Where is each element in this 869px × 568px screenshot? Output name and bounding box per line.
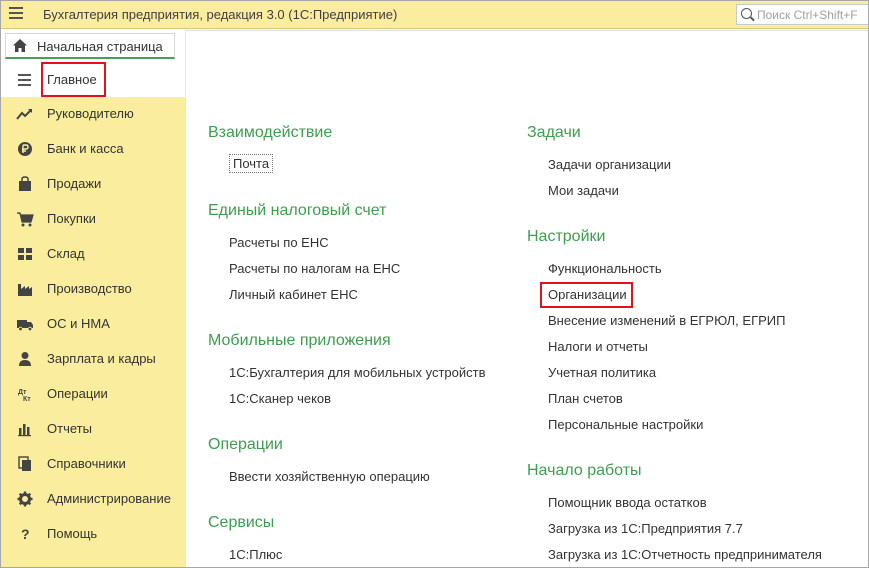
- sidebar-item-operations[interactable]: Дт Кт Операции: [1, 377, 185, 412]
- sidebar-item-production[interactable]: Производство: [1, 272, 185, 307]
- window-title: Бухгалтерия предприятия, редакция 3.0 (1…: [43, 7, 398, 22]
- sidebar-item-label: Склад: [47, 246, 85, 261]
- group-title-operations: Операции: [208, 436, 283, 453]
- menu-lines-icon: [18, 74, 31, 89]
- sidebar-item-label: Продажи: [47, 176, 102, 191]
- books-icon: [18, 456, 31, 471]
- sidebar-item-label: Покупки: [47, 211, 96, 226]
- tab-home[interactable]: Начальная страница: [5, 33, 175, 59]
- group-title-getting-started: Начало работы: [527, 462, 642, 479]
- link-taxes-reports[interactable]: Налоги и отчеты: [548, 339, 648, 354]
- link-my-tasks[interactable]: Мои задачи: [548, 183, 619, 198]
- sidebar-item-manager[interactable]: Руководителю: [1, 97, 185, 132]
- group-title-ens: Единый налоговый счет: [208, 202, 387, 219]
- highlight-frame: [540, 282, 633, 308]
- link-mobile-accounting[interactable]: 1С:Бухгалтерия для мобильных устройств: [229, 365, 486, 380]
- sidebar-item-label: Отчеты: [47, 421, 92, 436]
- search-input[interactable]: [757, 6, 868, 23]
- group-title-interaction: Взаимодействие: [208, 124, 333, 141]
- sidebar-item-sales[interactable]: Продажи: [1, 167, 185, 202]
- group-title-mobile: Мобильные приложения: [208, 332, 391, 349]
- bar-chart-icon: [18, 424, 31, 437]
- link-ens-tax-settlements[interactable]: Расчеты по налогам на ЕНС: [229, 261, 400, 276]
- content-divider: [186, 30, 868, 33]
- main-content: Взаимодействие Почта Единый налоговый сч…: [185, 30, 868, 567]
- link-import-reporting[interactable]: Загрузка из 1С:Отчетность предпринимател…: [548, 547, 822, 562]
- debit-credit-icon: ДтКт: [18, 389, 31, 402]
- sidebar-item-reports[interactable]: Отчеты: [1, 412, 185, 447]
- highlight-frame: [41, 62, 106, 97]
- link-ens-cabinet[interactable]: Личный кабинет ЕНС: [229, 287, 358, 302]
- main-menu-icon[interactable]: [9, 7, 23, 21]
- sidebar-item-salary[interactable]: Зарплата и кадры: [1, 342, 185, 377]
- question-icon: ?: [21, 526, 30, 542]
- link-personal-settings[interactable]: Персональные настройки: [548, 417, 703, 432]
- link-label: Почта: [229, 154, 274, 173]
- group-title-tasks: Задачи: [527, 124, 581, 141]
- link-balances-wizard[interactable]: Помощник ввода остатков: [548, 495, 707, 510]
- ruble-coin-icon: [18, 142, 32, 156]
- tab-home-label: Начальная страница: [37, 39, 163, 54]
- link-egrul-changes[interactable]: Внесение изменений в ЕГРЮЛ, ЕГРИП: [548, 313, 785, 328]
- sidebar-item-purchases[interactable]: Покупки: [1, 202, 185, 237]
- truck-icon: [17, 320, 33, 332]
- link-mail[interactable]: Почта: [229, 154, 274, 173]
- link-receipt-scanner[interactable]: 1С:Сканер чеков: [229, 391, 331, 406]
- link-import-77[interactable]: Загрузка из 1С:Предприятия 7.7: [548, 521, 743, 536]
- group-title-settings: Настройки: [527, 228, 606, 245]
- link-org-tasks[interactable]: Задачи организации: [548, 157, 671, 172]
- sidebar-item-warehouse[interactable]: Склад: [1, 237, 185, 272]
- svg-text:Дт: Дт: [18, 389, 27, 396]
- group-title-services: Сервисы: [208, 514, 275, 531]
- warehouse-grid-icon: [18, 248, 32, 260]
- sidebar-item-label: ОС и НМА: [47, 316, 110, 331]
- svg-text:?: ?: [21, 526, 30, 542]
- factory-icon: [18, 284, 32, 296]
- sidebar-item-label: Справочники: [47, 456, 126, 471]
- home-icon: [13, 39, 27, 52]
- link-enter-operation[interactable]: Ввести хозяйственную операцию: [229, 469, 430, 484]
- tab-strip: Начальная страница: [1, 30, 185, 62]
- sidebar-item-label: Операции: [47, 386, 108, 401]
- sidebar-item-label: Зарплата и кадры: [47, 351, 156, 366]
- sidebar-item-label: Администрирование: [47, 491, 171, 506]
- shopping-cart-icon: [17, 212, 34, 227]
- sidebar-item-label: Помощь: [47, 526, 98, 541]
- sidebar-item-label: Руководителю: [47, 106, 134, 121]
- search-icon: [741, 8, 752, 19]
- gear-icon: [17, 491, 33, 507]
- link-ens-settlements[interactable]: Расчеты по ЕНС: [229, 235, 329, 250]
- sidebar-item-label: Банк и касса: [47, 141, 124, 156]
- link-1c-plus[interactable]: 1С:Плюс: [229, 547, 282, 562]
- person-icon: [19, 352, 31, 366]
- link-accounting-policy[interactable]: Учетная политика: [548, 365, 656, 380]
- trend-up-icon: [16, 109, 32, 120]
- link-functionality[interactable]: Функциональность: [548, 261, 662, 276]
- sidebar: Главное Руководителю Банк и касса Продаж…: [1, 62, 185, 567]
- title-bar: Бухгалтерия предприятия, редакция 3.0 (1…: [1, 1, 868, 29]
- search-box[interactable]: [736, 4, 868, 25]
- app-window: Бухгалтерия предприятия, редакция 3.0 (1…: [0, 0, 869, 568]
- shopping-bag-icon: [19, 176, 31, 191]
- link-chart-of-accounts[interactable]: План счетов: [548, 391, 623, 406]
- sidebar-item-bank[interactable]: Банк и касса: [1, 132, 185, 167]
- sidebar-item-admin[interactable]: Администрирование: [1, 482, 185, 517]
- sidebar-item-label: Производство: [47, 281, 132, 296]
- sidebar-item-directories[interactable]: Справочники: [1, 447, 185, 482]
- sidebar-item-help[interactable]: ? Помощь: [1, 517, 185, 552]
- svg-text:Кт: Кт: [23, 396, 31, 402]
- sidebar-item-assets[interactable]: ОС и НМА: [1, 307, 185, 342]
